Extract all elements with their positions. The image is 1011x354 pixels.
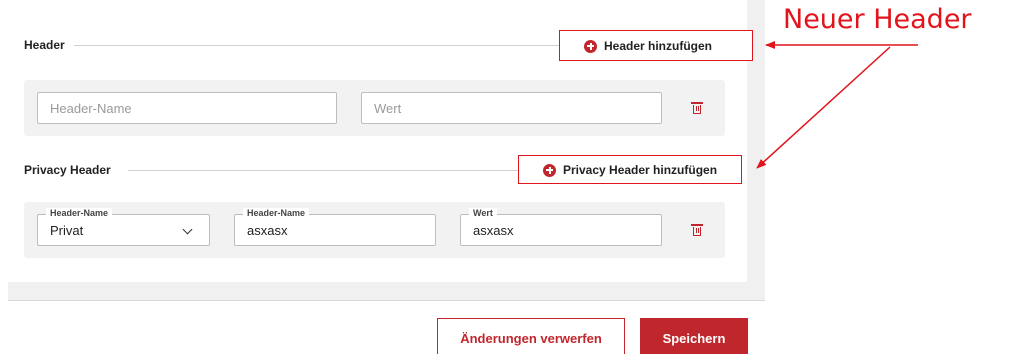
annotation-arrows bbox=[756, 41, 918, 169]
annotation-arrow-privacy bbox=[756, 46, 891, 169]
